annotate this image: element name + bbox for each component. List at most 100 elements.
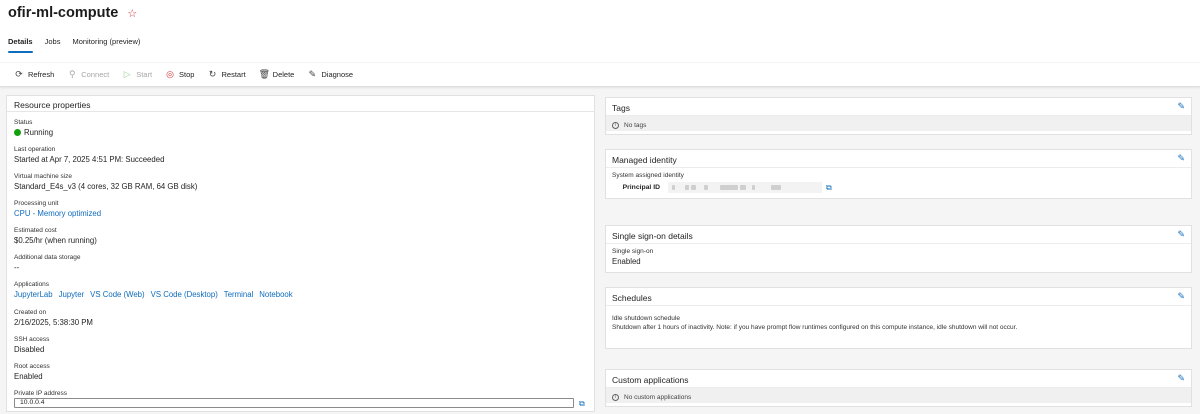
edit-pencil-icon[interactable]: ✎ — [1177, 229, 1185, 240]
tab-details[interactable]: Details — [8, 37, 33, 53]
tab-bar: Details Jobs Monitoring (preview) — [8, 37, 140, 53]
idle-shutdown-label: Idle shutdown schedule — [612, 315, 680, 322]
custom-apps-card: Custom applications ✎ i No custom applic… — [605, 369, 1192, 407]
sso-header: Single sign-on details ✎ — [606, 226, 1191, 244]
vm-size-field: Virtual machine size Standard_E4s_v3 (4 … — [14, 172, 197, 192]
applications-list: JupyterLab Jupyter VS Code (Web) VS Code… — [14, 289, 293, 300]
schedules-body: Idle shutdown schedule Shutdown after 1 … — [606, 306, 1191, 336]
restart-label: Restart — [221, 70, 246, 79]
tab-jobs[interactable]: Jobs — [45, 37, 61, 53]
custom-apps-header: Custom applications ✎ — [606, 370, 1191, 388]
diagnose-button[interactable]: ✎ Diagnose — [307, 69, 353, 80]
copy-icon[interactable]: ⧉ — [579, 399, 585, 409]
vm-size-label: Virtual machine size — [14, 173, 73, 180]
estimated-cost-value: $0.25/hr (when running) — [14, 236, 97, 245]
principal-id-row: Principal ID ⧉ — [612, 182, 1185, 193]
status-label: Status — [14, 119, 33, 126]
managed-identity-header: Managed identity ✎ — [606, 150, 1191, 168]
applications-field: Applications JupyterLab Jupyter VS Code … — [14, 280, 293, 300]
created-on-label: Created on — [14, 309, 47, 316]
root-access-value: Enabled — [14, 372, 43, 381]
sso-body: Single sign-on Enabled — [606, 244, 1191, 271]
vm-size-value: Standard_E4s_v3 (4 cores, 32 GB RAM, 64 … — [14, 182, 198, 191]
connect-label: Connect — [81, 70, 110, 79]
compute-name: ofir-ml-compute — [8, 5, 119, 21]
app-link-vscode-web[interactable]: VS Code (Web) — [90, 289, 144, 300]
system-identity-label: System assigned identity — [612, 172, 684, 179]
connect-button[interactable]: ⚲ Connect — [67, 69, 109, 80]
sso-title: Single sign-on details — [612, 231, 693, 241]
storage-field: Additional data storage -- — [14, 253, 81, 273]
storage-value: -- — [14, 263, 20, 272]
resource-properties-title: Resource properties — [7, 96, 594, 112]
private-ip-field: Private IP address 10.0.0.4 — [14, 389, 574, 408]
principal-id-label: Principal ID — [622, 184, 660, 191]
root-access-field: Root access Enabled — [14, 362, 50, 382]
edit-pencil-icon[interactable]: ✎ — [1177, 153, 1185, 164]
sso-card: Single sign-on details ✎ Single sign-on … — [605, 225, 1192, 273]
page-header: ofir-ml-compute ☆ Details Jobs Monitorin… — [0, 0, 1200, 62]
schedules-header: Schedules ✎ — [606, 288, 1191, 306]
copy-icon[interactable]: ⧉ — [826, 183, 832, 193]
stop-label: Stop — [179, 70, 195, 79]
edit-pencil-icon[interactable]: ✎ — [1177, 373, 1185, 384]
start-label: Start — [136, 70, 153, 79]
restart-button[interactable]: ↻ Restart — [207, 69, 246, 80]
start-button[interactable]: ▷ Start — [122, 69, 152, 80]
page-title: ofir-ml-compute ☆ — [8, 5, 137, 21]
delete-button[interactable]: 🗑 Delete — [259, 69, 295, 80]
refresh-label: Refresh — [28, 70, 55, 79]
managed-identity-body: System assigned identity Principal ID ⧉ — [606, 168, 1191, 197]
created-on-value: 2/16/2025, 5:38:30 PM — [14, 318, 93, 327]
ssh-access-field: SSH access Disabled — [14, 335, 49, 355]
edit-pencil-icon[interactable]: ✎ — [1177, 101, 1185, 112]
app-link-vscode-desktop[interactable]: VS Code (Desktop) — [151, 289, 218, 300]
last-operation-field: Last operation Started at Apr 7, 2025 4:… — [14, 145, 164, 165]
custom-apps-title: Custom applications — [612, 375, 689, 385]
idle-shutdown-value: Shutdown after 1 hours of inactivity. No… — [612, 324, 1018, 331]
status-value: Running — [14, 127, 53, 138]
applications-label: Applications — [14, 281, 50, 288]
principal-id-value-masked — [668, 182, 822, 193]
tags-card: Tags ✎ i No tags — [605, 97, 1192, 135]
schedules-card: Schedules ✎ Idle shutdown schedule Shutd… — [605, 287, 1192, 349]
delete-label: Delete — [272, 70, 295, 79]
tab-monitoring[interactable]: Monitoring (preview) — [72, 37, 140, 53]
private-ip-input[interactable]: 10.0.0.4 — [14, 398, 574, 408]
command-bar: ⟳ Refresh ⚲ Connect ▷ Start ◎ Stop ↻ Res… — [0, 63, 1200, 87]
tags-title: Tags — [612, 103, 630, 113]
refresh-icon: ⟳ — [15, 69, 23, 79]
custom-apps-empty-text: No custom applications — [624, 393, 692, 401]
info-icon: i — [612, 121, 619, 129]
tags-header: Tags ✎ — [606, 98, 1191, 116]
managed-identity-card: Managed identity ✎ System assigned ident… — [605, 149, 1192, 199]
diagnose-label: Diagnose — [321, 70, 354, 79]
play-icon: ▷ — [123, 69, 131, 79]
resource-properties-panel: Resource properties Status Running Last … — [6, 95, 595, 412]
ssh-access-value: Disabled — [14, 345, 45, 354]
storage-label: Additional data storage — [14, 254, 81, 261]
processing-unit-label: Processing unit — [14, 200, 59, 207]
created-on-field: Created on 2/16/2025, 5:38:30 PM — [14, 308, 93, 328]
star-icon[interactable]: ☆ — [127, 7, 137, 20]
status-field: Status Running — [14, 118, 53, 138]
app-link-notebook[interactable]: Notebook — [259, 289, 292, 300]
private-ip-label: Private IP address — [14, 390, 67, 397]
schedules-title: Schedules — [612, 293, 652, 303]
stop-button[interactable]: ◎ Stop — [165, 69, 194, 80]
processing-unit-link[interactable]: CPU - Memory optimized — [14, 208, 101, 219]
refresh-button[interactable]: ⟳ Refresh — [14, 69, 54, 80]
app-link-jupyterlab[interactable]: JupyterLab — [14, 289, 53, 300]
info-icon: i — [612, 393, 619, 401]
ssh-access-label: SSH access — [14, 336, 50, 343]
edit-pencil-icon[interactable]: ✎ — [1177, 291, 1185, 302]
app-link-terminal[interactable]: Terminal — [224, 289, 253, 300]
root-access-label: Root access — [14, 363, 50, 370]
processing-unit-field: Processing unit CPU - Memory optimized — [14, 199, 101, 219]
stop-icon: ◎ — [166, 69, 174, 79]
sso-label: Single sign-on — [612, 248, 654, 255]
restart-icon: ↻ — [208, 69, 217, 79]
plug-icon: ⚲ — [68, 69, 76, 79]
trash-icon: 🗑 — [258, 69, 271, 79]
app-link-jupyter[interactable]: Jupyter — [59, 289, 85, 300]
